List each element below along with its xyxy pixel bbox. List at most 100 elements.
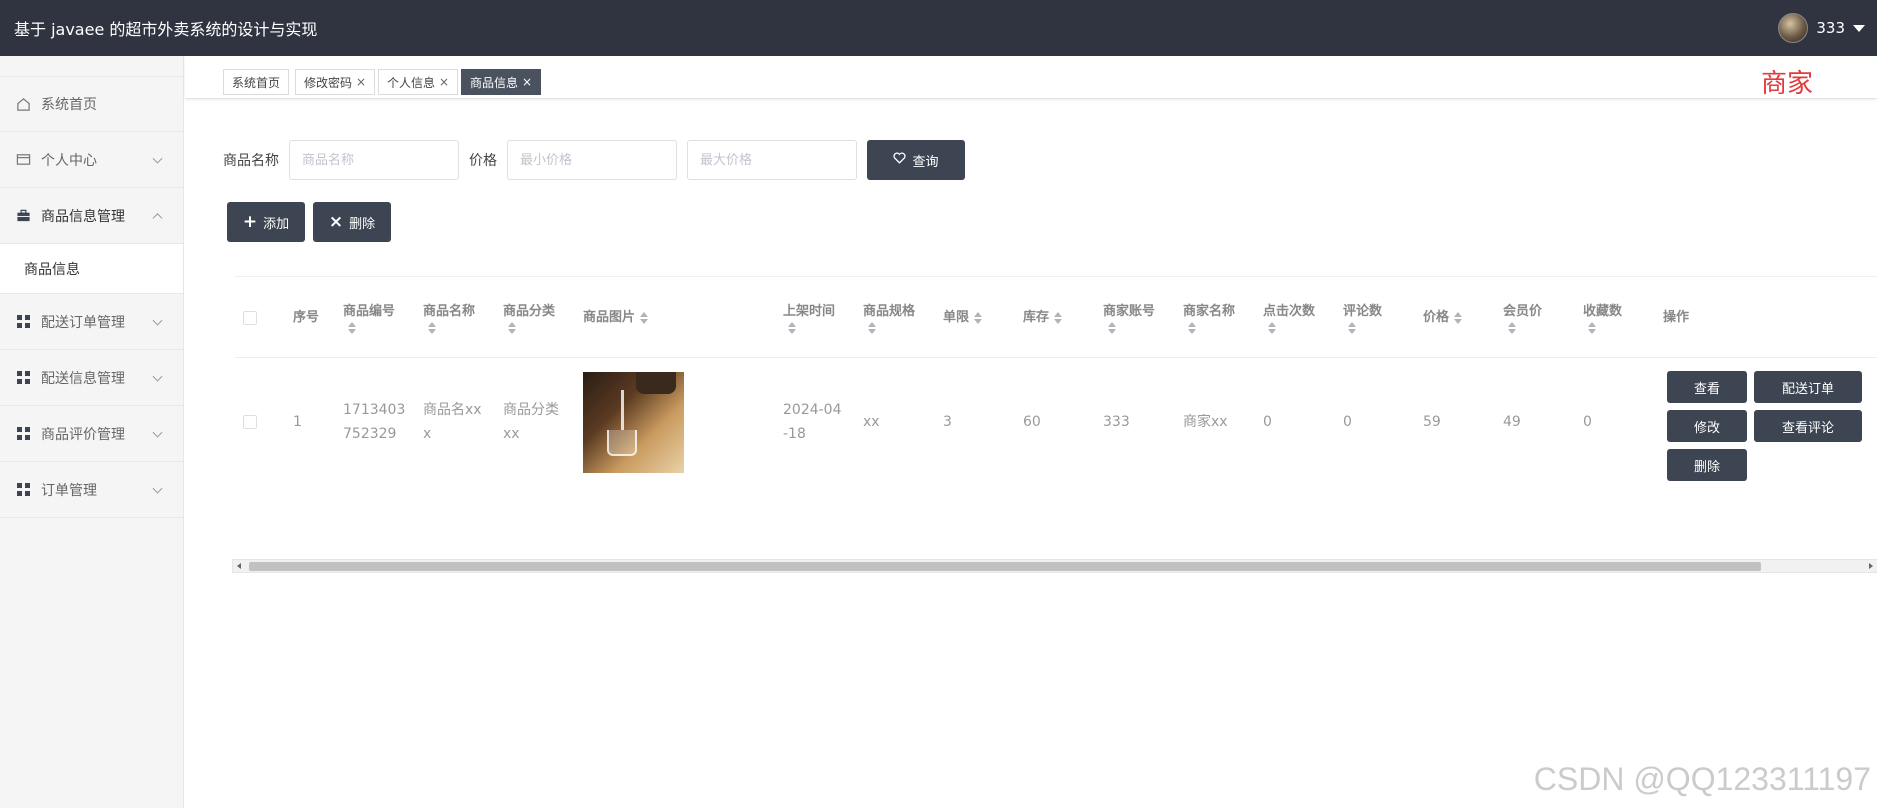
col-price[interactable]: 价格 xyxy=(1423,277,1463,359)
cell-reviews: 0 xyxy=(1343,414,1352,430)
app-title: 基于 javaee 的超市外卖系统的设计与实现 xyxy=(14,20,318,39)
row-checkbox[interactable] xyxy=(243,415,257,429)
sort-icon xyxy=(348,322,395,335)
col-stock[interactable]: 库存 xyxy=(1023,277,1063,359)
row-delete-button[interactable]: 删除 xyxy=(1667,449,1747,481)
grid-icon xyxy=(15,482,31,498)
sort-icon xyxy=(1508,322,1542,335)
col-name[interactable]: 商品名称 xyxy=(423,277,475,359)
chevron-down-icon xyxy=(152,427,163,438)
chevron-down-icon xyxy=(152,483,163,494)
col-reviews[interactable]: 评论数 xyxy=(1343,277,1382,359)
chevron-down-icon xyxy=(152,315,163,326)
user-menu[interactable]: 333 xyxy=(1778,13,1865,43)
sort-icon xyxy=(788,322,835,335)
tab-product-info[interactable]: 商品信息 × xyxy=(461,69,542,95)
action-bar: + 添加 × 删除 xyxy=(227,202,391,242)
cell-stock: 60 xyxy=(1023,414,1041,430)
min-price-input[interactable] xyxy=(507,140,677,180)
delete-button[interactable]: × 删除 xyxy=(313,202,391,242)
price-label: 价格 xyxy=(469,153,497,169)
close-icon[interactable]: × xyxy=(522,75,532,89)
close-icon[interactable]: × xyxy=(439,75,449,89)
cell-merchant-account: 333 xyxy=(1103,414,1130,430)
table-header: 序号 商品编号 商品名称 商品分类 商品图片 上架时间 商品规格 单限 库存 商… xyxy=(235,276,1877,358)
col-merchant-name[interactable]: 商家名称 xyxy=(1183,277,1235,359)
grid-icon xyxy=(15,314,31,330)
watermark: CSDN @QQ123311197 xyxy=(1533,761,1871,797)
close-icon[interactable]: × xyxy=(356,75,366,89)
chevron-up-icon xyxy=(152,212,163,223)
sort-icon xyxy=(640,311,649,324)
plus-icon: + xyxy=(242,212,258,232)
scroll-right-icon[interactable] xyxy=(1869,563,1873,569)
sidebar-item-delivery-info[interactable]: 配送信息管理 xyxy=(0,350,183,406)
sidebar-item-product-management[interactable]: 商品信息管理 xyxy=(0,188,183,244)
tab-personal-info[interactable]: 个人信息 × xyxy=(378,69,459,95)
cell-shelf-time: 2024-04 -18 xyxy=(783,402,842,442)
sidebar-item-delivery-orders[interactable]: 配送订单管理 xyxy=(0,294,183,350)
sort-icon xyxy=(428,322,475,335)
sort-icon xyxy=(1268,322,1315,335)
tab-change-password[interactable]: 修改密码 × xyxy=(295,69,376,95)
cell-category: 商品分类 xx xyxy=(503,402,559,442)
product-name-label: 商品名称 xyxy=(223,153,279,169)
query-button[interactable]: 查询 xyxy=(867,140,965,180)
horizontal-scrollbar[interactable] xyxy=(232,559,1877,573)
add-button[interactable]: + 添加 xyxy=(227,202,305,242)
edit-button[interactable]: 修改 xyxy=(1667,410,1747,442)
sort-icon xyxy=(1348,322,1382,335)
col-clicks[interactable]: 点击次数 xyxy=(1263,277,1315,359)
col-limit[interactable]: 单限 xyxy=(943,277,983,359)
cell-seq: 1 xyxy=(293,414,302,430)
col-shelf-time[interactable]: 上架时间 xyxy=(783,277,835,359)
product-name-input[interactable] xyxy=(289,140,459,180)
view-button[interactable]: 查看 xyxy=(1667,371,1747,403)
sidebar-item-label: 配送订单管理 xyxy=(41,314,125,331)
sidebar-subitem-product-info[interactable]: 商品信息 xyxy=(0,244,183,294)
sidebar-item-label: 系统首页 xyxy=(41,97,97,113)
tab-home[interactable]: 系统首页 xyxy=(223,69,290,95)
sidebar: 系统首页 个人中心 商品信息管理 商品信息 配送订单管理 配送信息管理 商品评价… xyxy=(0,56,184,808)
product-image[interactable] xyxy=(583,372,684,473)
heart-icon xyxy=(893,152,907,168)
select-all-checkbox[interactable] xyxy=(243,277,257,359)
query-button-label: 查询 xyxy=(912,154,939,170)
sidebar-item-orders[interactable]: 订单管理 xyxy=(0,462,183,518)
briefcase-icon xyxy=(15,208,31,224)
sort-icon xyxy=(1588,322,1622,335)
col-member-price[interactable]: 会员价 xyxy=(1503,277,1542,359)
sort-icon xyxy=(1054,311,1063,324)
cell-price: 59 xyxy=(1423,414,1441,430)
sidebar-item-label: 配送信息管理 xyxy=(41,370,125,387)
delivery-order-button[interactable]: 配送订单 xyxy=(1754,371,1862,403)
col-seq: 序号 xyxy=(293,309,320,325)
sort-icon xyxy=(1108,322,1155,335)
col-image[interactable]: 商品图片 xyxy=(583,277,649,359)
col-spec[interactable]: 商品规格 xyxy=(863,277,915,359)
sidebar-subitem-label: 商品信息 xyxy=(24,261,80,278)
max-price-input[interactable] xyxy=(687,140,857,180)
sidebar-item-label: 个人中心 xyxy=(41,152,97,169)
cell-limit: 3 xyxy=(943,414,952,430)
sort-icon xyxy=(868,322,915,335)
view-reviews-button[interactable]: 查看评论 xyxy=(1754,410,1862,442)
col-category[interactable]: 商品分类 xyxy=(503,277,555,359)
scrollbar-thumb[interactable] xyxy=(249,562,1761,571)
chevron-down-icon xyxy=(152,371,163,382)
username[interactable]: 333 xyxy=(1816,19,1845,37)
col-favorites[interactable]: 收藏数 xyxy=(1583,277,1622,359)
col-merchant-account[interactable]: 商家账号 xyxy=(1103,277,1155,359)
caret-down-icon[interactable] xyxy=(1853,24,1865,32)
tabs-bar: 系统首页 修改密码 × 个人信息 × 商品信息 × 商家 xyxy=(185,56,1877,99)
sort-icon xyxy=(1454,311,1463,324)
delete-button-label: 删除 xyxy=(349,216,376,232)
main-content: 系统首页 修改密码 × 个人信息 × 商品信息 × 商家 商品名称 价格 查询 xyxy=(185,56,1877,808)
col-code[interactable]: 商品编号 xyxy=(343,277,395,359)
cell-name: 商品名xx x xyxy=(423,402,482,442)
scroll-left-icon[interactable] xyxy=(237,563,241,569)
avatar[interactable] xyxy=(1778,13,1809,43)
sidebar-item-personal-center[interactable]: 个人中心 xyxy=(0,132,183,188)
sidebar-item-product-reviews[interactable]: 商品评价管理 xyxy=(0,406,183,462)
sidebar-item-home[interactable]: 系统首页 xyxy=(0,76,183,132)
